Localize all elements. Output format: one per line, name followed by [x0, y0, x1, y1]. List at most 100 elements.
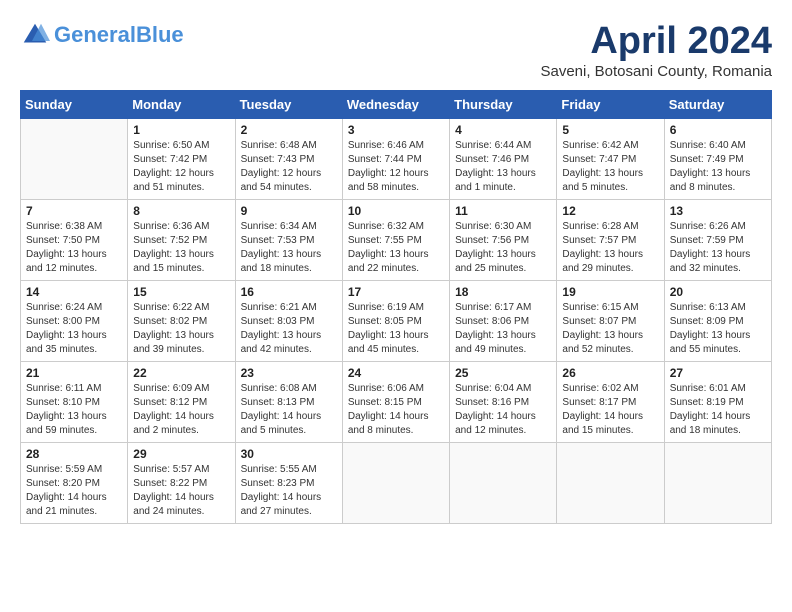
- calendar-cell: 14 Sunrise: 6:24 AM Sunset: 8:00 PM Dayli…: [21, 281, 128, 362]
- day-info: Sunrise: 6:36 AM Sunset: 7:52 PM Dayligh…: [133, 220, 229, 276]
- day-number: 30: [241, 447, 337, 461]
- day-info: Sunrise: 6:26 AM Sunset: 7:59 PM Dayligh…: [670, 220, 766, 276]
- weekday-header-monday: Monday: [128, 91, 235, 119]
- calendar-cell: [450, 443, 557, 524]
- calendar-cell: 3 Sunrise: 6:46 AM Sunset: 7:44 PM Daylig…: [342, 119, 449, 200]
- day-info: Sunrise: 6:19 AM Sunset: 8:05 PM Dayligh…: [348, 301, 444, 357]
- calendar-week-3: 14 Sunrise: 6:24 AM Sunset: 8:00 PM Dayli…: [21, 281, 772, 362]
- day-number: 11: [455, 204, 551, 218]
- day-info: Sunrise: 5:57 AM Sunset: 8:22 PM Dayligh…: [133, 463, 229, 519]
- day-number: 26: [562, 366, 658, 380]
- calendar-cell: 30 Sunrise: 5:55 AM Sunset: 8:23 PM Dayli…: [235, 443, 342, 524]
- calendar-cell: 6Sunrise: 6:40 AM Sunset: 7:49 PM Daylig…: [664, 119, 771, 200]
- calendar-cell: 8 Sunrise: 6:36 AM Sunset: 7:52 PM Daylig…: [128, 200, 235, 281]
- day-number: 13: [670, 204, 766, 218]
- day-info: Sunrise: 6:38 AM Sunset: 7:50 PM Dayligh…: [26, 220, 122, 276]
- day-number: 9: [241, 204, 337, 218]
- day-number: 14: [26, 285, 122, 299]
- location-subtitle: Saveni, Botosani County, Romania: [540, 63, 772, 80]
- calendar-cell: 2 Sunrise: 6:48 AM Sunset: 7:43 PM Daylig…: [235, 119, 342, 200]
- day-info: Sunrise: 6:46 AM Sunset: 7:44 PM Dayligh…: [348, 139, 444, 195]
- weekday-header-sunday: Sunday: [21, 91, 128, 119]
- calendar-cell: 18 Sunrise: 6:17 AM Sunset: 8:06 PM Dayli…: [450, 281, 557, 362]
- day-info: Sunrise: 6:11 AM Sunset: 8:10 PM Dayligh…: [26, 382, 122, 438]
- day-number: 17: [348, 285, 444, 299]
- day-number: 25: [455, 366, 551, 380]
- day-number: 22: [133, 366, 229, 380]
- day-info: Sunrise: 6:13 AM Sunset: 8:09 PM Dayligh…: [670, 301, 766, 357]
- calendar-week-5: 28Sunrise: 5:59 AM Sunset: 8:20 PM Dayli…: [21, 443, 772, 524]
- calendar-cell: 5 Sunrise: 6:42 AM Sunset: 7:47 PM Daylig…: [557, 119, 664, 200]
- calendar-cell: 27 Sunrise: 6:01 AM Sunset: 8:19 PM Dayli…: [664, 362, 771, 443]
- day-info: Sunrise: 6:50 AM Sunset: 7:42 PM Dayligh…: [133, 139, 229, 195]
- logo: GeneralBlue: [20, 20, 184, 50]
- calendar-cell: 19 Sunrise: 6:15 AM Sunset: 8:07 PM Dayli…: [557, 281, 664, 362]
- day-info: Sunrise: 6:30 AM Sunset: 7:56 PM Dayligh…: [455, 220, 551, 276]
- calendar-week-2: 7 Sunrise: 6:38 AM Sunset: 7:50 PM Daylig…: [21, 200, 772, 281]
- logo-text: GeneralBlue: [54, 23, 184, 47]
- day-number: 24: [348, 366, 444, 380]
- calendar-cell: 23 Sunrise: 6:08 AM Sunset: 8:13 PM Dayli…: [235, 362, 342, 443]
- day-info: Sunrise: 6:24 AM Sunset: 8:00 PM Dayligh…: [26, 301, 122, 357]
- calendar-cell: 15Sunrise: 6:22 AM Sunset: 8:02 PM Dayli…: [128, 281, 235, 362]
- day-number: 2: [241, 123, 337, 137]
- calendar-cell: [664, 443, 771, 524]
- day-number: 18: [455, 285, 551, 299]
- calendar-cell: 22 Sunrise: 6:09 AM Sunset: 8:12 PM Dayli…: [128, 362, 235, 443]
- day-number: 7: [26, 204, 122, 218]
- calendar-cell: 9 Sunrise: 6:34 AM Sunset: 7:53 PM Daylig…: [235, 200, 342, 281]
- calendar-table: SundayMondayTuesdayWednesdayThursdayFrid…: [20, 90, 772, 524]
- day-info: Sunrise: 6:04 AM Sunset: 8:16 PM Dayligh…: [455, 382, 551, 438]
- calendar-cell: 16Sunrise: 6:21 AM Sunset: 8:03 PM Dayli…: [235, 281, 342, 362]
- day-info: Sunrise: 6:48 AM Sunset: 7:43 PM Dayligh…: [241, 139, 337, 195]
- calendar-cell: 26 Sunrise: 6:02 AM Sunset: 8:17 PM Dayli…: [557, 362, 664, 443]
- calendar-body: 1 Sunrise: 6:50 AM Sunset: 7:42 PM Daylig…: [21, 119, 772, 524]
- day-info: Sunrise: 6:22 AM Sunset: 8:02 PM Dayligh…: [133, 301, 229, 357]
- day-info: Sunrise: 6:08 AM Sunset: 8:13 PM Dayligh…: [241, 382, 337, 438]
- day-info: Sunrise: 6:34 AM Sunset: 7:53 PM Dayligh…: [241, 220, 337, 276]
- day-number: 19: [562, 285, 658, 299]
- day-info: Sunrise: 6:21 AM Sunset: 8:03 PM Dayligh…: [241, 301, 337, 357]
- day-number: 20: [670, 285, 766, 299]
- day-info: Sunrise: 5:55 AM Sunset: 8:23 PM Dayligh…: [241, 463, 337, 519]
- calendar-cell: 11 Sunrise: 6:30 AM Sunset: 7:56 PM Dayli…: [450, 200, 557, 281]
- day-number: 1: [133, 123, 229, 137]
- day-number: 10: [348, 204, 444, 218]
- calendar-cell: 28Sunrise: 5:59 AM Sunset: 8:20 PM Dayli…: [21, 443, 128, 524]
- day-number: 8: [133, 204, 229, 218]
- calendar-cell: 4Sunrise: 6:44 AM Sunset: 7:46 PM Daylig…: [450, 119, 557, 200]
- calendar-cell: 20 Sunrise: 6:13 AM Sunset: 8:09 PM Dayli…: [664, 281, 771, 362]
- day-info: Sunrise: 6:02 AM Sunset: 8:17 PM Dayligh…: [562, 382, 658, 438]
- day-number: 23: [241, 366, 337, 380]
- calendar-cell: 25 Sunrise: 6:04 AM Sunset: 8:16 PM Dayli…: [450, 362, 557, 443]
- weekday-header-row: SundayMondayTuesdayWednesdayThursdayFrid…: [21, 91, 772, 119]
- day-info: Sunrise: 5:59 AM Sunset: 8:20 PM Dayligh…: [26, 463, 122, 519]
- day-info: Sunrise: 6:09 AM Sunset: 8:12 PM Dayligh…: [133, 382, 229, 438]
- logo-icon: [20, 20, 50, 50]
- day-info: Sunrise: 6:28 AM Sunset: 7:57 PM Dayligh…: [562, 220, 658, 276]
- calendar-cell: [557, 443, 664, 524]
- day-number: 12: [562, 204, 658, 218]
- day-info: Sunrise: 6:15 AM Sunset: 8:07 PM Dayligh…: [562, 301, 658, 357]
- day-info: Sunrise: 6:17 AM Sunset: 8:06 PM Dayligh…: [455, 301, 551, 357]
- day-info: Sunrise: 6:42 AM Sunset: 7:47 PM Dayligh…: [562, 139, 658, 195]
- day-number: 27: [670, 366, 766, 380]
- weekday-header-friday: Friday: [557, 91, 664, 119]
- day-info: Sunrise: 6:06 AM Sunset: 8:15 PM Dayligh…: [348, 382, 444, 438]
- day-number: 6: [670, 123, 766, 137]
- calendar-cell: [342, 443, 449, 524]
- weekday-header-saturday: Saturday: [664, 91, 771, 119]
- day-info: Sunrise: 6:01 AM Sunset: 8:19 PM Dayligh…: [670, 382, 766, 438]
- calendar-cell: [21, 119, 128, 200]
- title-area: April 2024 Saveni, Botosani County, Roma…: [540, 20, 772, 80]
- day-number: 3: [348, 123, 444, 137]
- calendar-cell: 24 Sunrise: 6:06 AM Sunset: 8:15 PM Dayli…: [342, 362, 449, 443]
- calendar-cell: 21Sunrise: 6:11 AM Sunset: 8:10 PM Dayli…: [21, 362, 128, 443]
- page-header: GeneralBlue April 2024 Saveni, Botosani …: [20, 20, 772, 80]
- calendar-cell: 7 Sunrise: 6:38 AM Sunset: 7:50 PM Daylig…: [21, 200, 128, 281]
- calendar-cell: 29Sunrise: 5:57 AM Sunset: 8:22 PM Dayli…: [128, 443, 235, 524]
- day-number: 5: [562, 123, 658, 137]
- day-number: 4: [455, 123, 551, 137]
- calendar-cell: 17 Sunrise: 6:19 AM Sunset: 8:05 PM Dayli…: [342, 281, 449, 362]
- weekday-header-tuesday: Tuesday: [235, 91, 342, 119]
